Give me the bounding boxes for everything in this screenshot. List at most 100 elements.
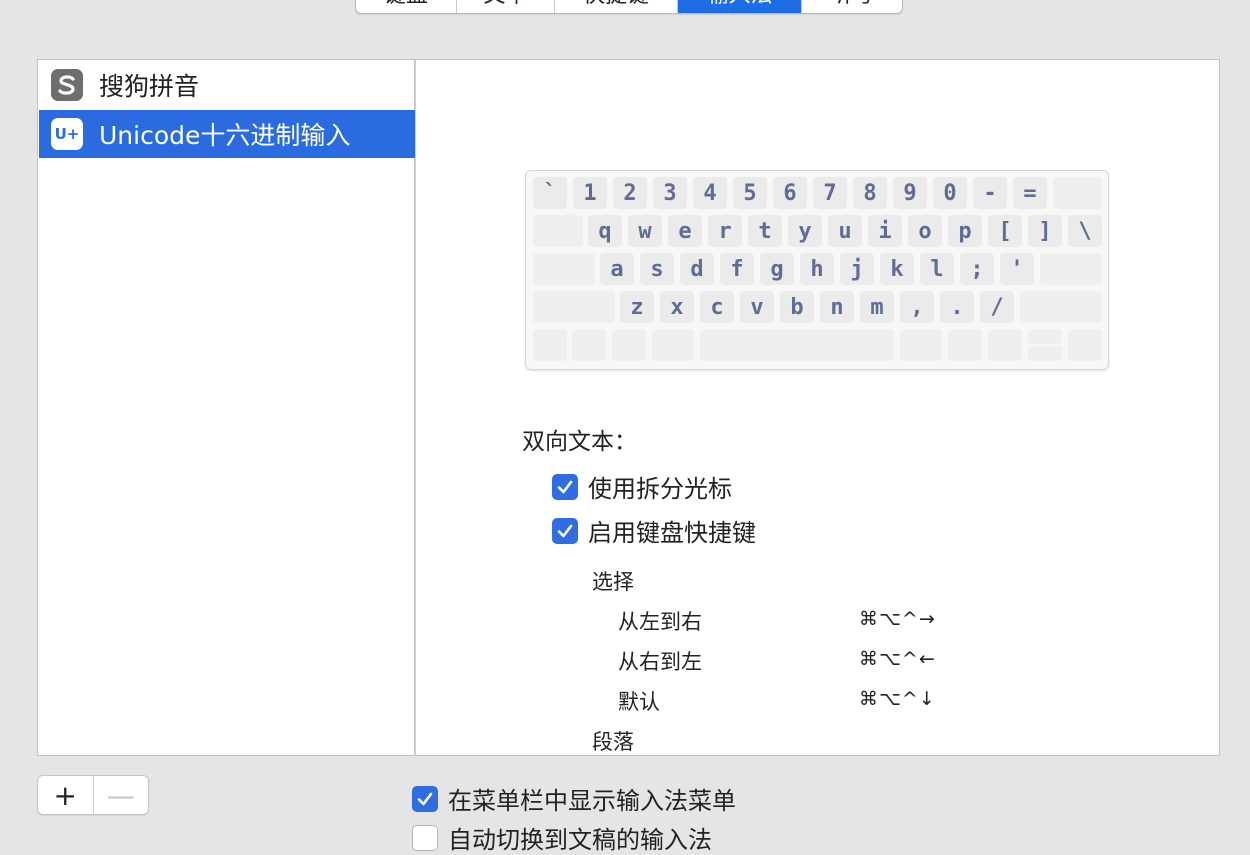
list-item-label: Unicode十六进制输入 bbox=[99, 121, 351, 150]
key: ` bbox=[533, 177, 567, 209]
shortcut-label-default: 默认 bbox=[618, 690, 660, 714]
key: d bbox=[680, 253, 714, 285]
key: k bbox=[880, 253, 914, 285]
key: \ bbox=[1068, 215, 1102, 247]
key: v bbox=[740, 291, 774, 323]
key: r bbox=[708, 215, 742, 247]
right-arrow-key bbox=[1068, 329, 1102, 361]
fn-key bbox=[533, 329, 567, 361]
selection-heading: 选择 bbox=[592, 570, 634, 594]
keyboard-layout-preview: ` 1 2 3 4 5 6 7 8 9 0- = q w e r t y u i o p[] \ a s d f g h j k l; ' z x c… bbox=[525, 170, 1109, 370]
list-item-label: 搜狗拼音 bbox=[99, 72, 200, 101]
shortcut-label-rtl: 从右到左 bbox=[618, 650, 702, 674]
key: 5 bbox=[733, 177, 767, 209]
show-menu-checkbox[interactable] bbox=[412, 785, 438, 812]
key: g bbox=[760, 253, 794, 285]
return-key bbox=[1040, 253, 1102, 285]
auto-switch-option[interactable]: 自动切换到文稿的输入法 bbox=[412, 820, 712, 855]
key: m bbox=[860, 291, 894, 323]
tab-text[interactable]: 文本 bbox=[457, 0, 555, 13]
shortcut-keys-ltr: ⌘⌥^→ bbox=[859, 608, 936, 630]
option-key bbox=[948, 329, 982, 361]
input-source-list: 搜狗拼音 U+ Unicode十六进制输入 bbox=[37, 59, 415, 756]
tab-dictation[interactable]: 听写 bbox=[802, 0, 902, 13]
key: y bbox=[788, 215, 822, 247]
key: a bbox=[600, 253, 634, 285]
add-remove-control: + — bbox=[37, 775, 149, 815]
key: z bbox=[620, 291, 654, 323]
key: 9 bbox=[893, 177, 927, 209]
sogou-icon bbox=[51, 69, 83, 101]
list-item-sogou[interactable]: 搜狗拼音 bbox=[39, 61, 415, 109]
shortcut-keys-rtl: ⌘⌥^← bbox=[859, 648, 936, 670]
key: 6 bbox=[773, 177, 807, 209]
split-cursor-checkbox[interactable] bbox=[552, 473, 578, 500]
left-shift-key bbox=[533, 291, 615, 323]
add-input-source-button[interactable]: + bbox=[38, 776, 93, 814]
option-key bbox=[612, 329, 646, 361]
key: ; bbox=[960, 253, 994, 285]
space-bar bbox=[700, 329, 894, 361]
right-shift-key bbox=[1020, 291, 1102, 323]
key: f bbox=[720, 253, 754, 285]
control-key bbox=[572, 329, 606, 361]
input-source-detail: ` 1 2 3 4 5 6 7 8 9 0- = q w e r t y u i o p[] \ a s d f g h j k l; ' z x c… bbox=[415, 59, 1220, 756]
split-cursor-label: 使用拆分光标 bbox=[588, 475, 732, 503]
key: 7 bbox=[813, 177, 847, 209]
key: c bbox=[700, 291, 734, 323]
key: , bbox=[900, 291, 934, 323]
keyboard-shortcuts-option[interactable]: 启用键盘快捷键 bbox=[552, 513, 756, 548]
key: ' bbox=[1000, 253, 1034, 285]
key: j bbox=[840, 253, 874, 285]
keyboard-shortcuts-checkbox[interactable] bbox=[552, 517, 578, 544]
key: [ bbox=[988, 215, 1022, 247]
key: 3 bbox=[653, 177, 687, 209]
shortcut-label-ltr: 从左到右 bbox=[618, 610, 702, 634]
key: q bbox=[588, 215, 622, 247]
command-key bbox=[652, 329, 694, 361]
keyboard-shortcuts-label: 启用键盘快捷键 bbox=[588, 519, 756, 547]
key: t bbox=[748, 215, 782, 247]
remove-input-source-button[interactable]: — bbox=[92, 776, 149, 814]
show-menu-option[interactable]: 在菜单栏中显示输入法菜单 bbox=[412, 781, 736, 816]
key: 2 bbox=[613, 177, 647, 209]
paragraph-heading: 段落 bbox=[592, 730, 634, 754]
auto-switch-label: 自动切换到文稿的输入法 bbox=[448, 826, 712, 854]
key: i bbox=[868, 215, 902, 247]
key: p bbox=[948, 215, 982, 247]
key: o bbox=[908, 215, 942, 247]
delete-key bbox=[1053, 177, 1102, 209]
bidi-title: 双向文本： bbox=[522, 429, 637, 455]
key: ] bbox=[1028, 215, 1062, 247]
key: . bbox=[940, 291, 974, 323]
key: e bbox=[668, 215, 702, 247]
key: n bbox=[820, 291, 854, 323]
tab-key bbox=[533, 215, 583, 247]
tab-input-sources[interactable]: 输入法 bbox=[678, 0, 802, 13]
key: 8 bbox=[853, 177, 887, 209]
key: u bbox=[828, 215, 862, 247]
key: x bbox=[660, 291, 694, 323]
tab-bar: 键盘 文本 快捷键 输入法 听写 bbox=[355, 0, 903, 14]
split-cursor-option[interactable]: 使用拆分光标 bbox=[552, 469, 732, 504]
key: l bbox=[920, 253, 954, 285]
unicode-hex-icon: U+ bbox=[51, 118, 83, 150]
key: - bbox=[973, 177, 1007, 209]
key: h bbox=[800, 253, 834, 285]
caps-lock-key bbox=[533, 253, 595, 285]
key: 0 bbox=[933, 177, 967, 209]
tab-keyboard[interactable]: 键盘 bbox=[356, 0, 457, 13]
up-arrow-key bbox=[1028, 329, 1062, 344]
key: w bbox=[628, 215, 662, 247]
auto-switch-checkbox[interactable] bbox=[412, 824, 438, 851]
down-arrow-key bbox=[1028, 346, 1062, 361]
key: 4 bbox=[693, 177, 727, 209]
key: / bbox=[980, 291, 1014, 323]
shortcut-keys-default: ⌘⌥^↓ bbox=[859, 688, 936, 710]
list-item-unicode-hex[interactable]: U+ Unicode十六进制输入 bbox=[39, 110, 415, 158]
key: s bbox=[640, 253, 674, 285]
show-menu-label: 在菜单栏中显示输入法菜单 bbox=[448, 787, 736, 815]
key: 1 bbox=[573, 177, 607, 209]
tab-shortcuts[interactable]: 快捷键 bbox=[555, 0, 678, 13]
key: = bbox=[1013, 177, 1047, 209]
